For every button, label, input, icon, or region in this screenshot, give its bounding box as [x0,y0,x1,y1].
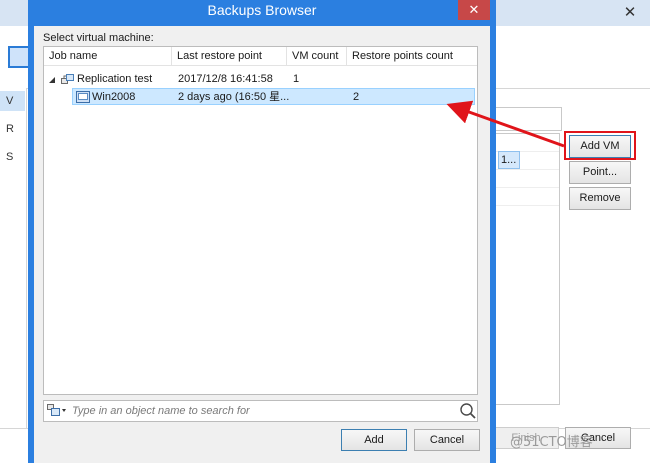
column-header-vm-count[interactable]: VM count [287,47,347,66]
table-row [489,188,559,206]
column-header-restore-points-count[interactable]: Restore points count [347,47,477,66]
table-row [489,134,559,152]
dialog-title: Backups Browser [207,2,317,18]
add-button[interactable]: Add [341,429,407,451]
remove-button[interactable]: Remove [569,187,631,210]
wizard-logo-icon [8,46,30,68]
table-row [489,170,559,188]
wizard-step-item[interactable]: V [0,91,25,111]
cancel-button[interactable]: Cancel [414,429,480,451]
replication-job-icon [61,74,74,84]
search-type-dropdown-icon[interactable] [46,403,70,418]
vm-count-cell: 1 [293,73,300,85]
background-input-box[interactable] [488,107,562,131]
restore-points-count-cell [353,71,473,88]
expand-arrow-icon[interactable]: ◢ [49,71,55,88]
vm-count-cell [294,89,344,106]
wizard-step-nav: V R S [0,88,27,428]
tree-row-vm[interactable]: Win2008 2 days ago (16:50 星... 2 [72,88,475,105]
watermark-text: @51CTO博客 [510,435,593,450]
last-restore-point-cell: 2017/12/8 16:41:58 [178,73,273,85]
search-input[interactable] [72,402,442,419]
last-restore-point-cell: 2 days ago (16:50 星... [178,91,290,103]
column-header-last-restore-point[interactable]: Last restore point [172,47,287,66]
job-name-cell: Win2008 [92,91,136,103]
close-icon[interactable]: ✕ [458,0,490,20]
search-icon[interactable] [459,402,477,420]
backups-browser-dialog: Backups Browser ✕ Select virtual machine… [28,0,496,463]
select-vm-label: Select virtual machine: [43,32,154,44]
wizard-step-item[interactable]: R [0,119,25,139]
background-vm-table[interactable] [488,133,560,405]
background-table-cell[interactable]: 1... [498,151,520,169]
vm-tree-list[interactable]: Job name Last restore point VM count Res… [43,46,478,395]
background-close-icon[interactable]: ✕ [610,0,650,26]
dialog-body: Select virtual machine: Job name Last re… [34,26,490,463]
restore-points-count-cell: 2 [353,91,360,103]
column-header-job-name[interactable]: Job name [44,47,172,66]
wizard-step-item[interactable]: S [0,147,25,167]
point-button[interactable]: Point... [569,161,631,184]
search-bar [43,400,478,422]
job-name-cell: Replication test [77,73,153,85]
vm-icon [76,91,90,103]
add-vm-highlight-box [564,131,636,160]
tree-row-job[interactable]: ◢ Replication test 2017/12/8 16:41:58 1 [44,71,477,88]
